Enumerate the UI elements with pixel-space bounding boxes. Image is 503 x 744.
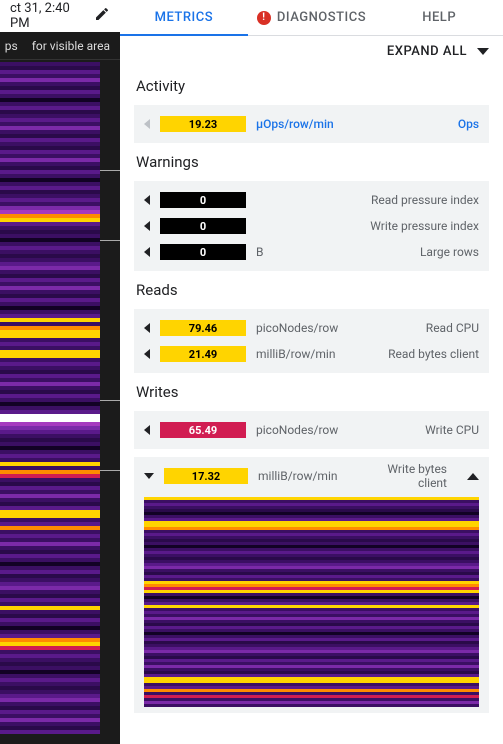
warning-icon: ! xyxy=(257,11,271,25)
expand-all-button[interactable]: EXPAND ALL xyxy=(120,36,503,67)
collapse-arrow-icon[interactable] xyxy=(144,473,154,479)
tab-label: HELP xyxy=(422,10,456,25)
metric-bar: 0 xyxy=(160,244,246,260)
tab-label: DIAGNOSTICS xyxy=(277,10,366,25)
axis-tick xyxy=(100,470,120,471)
section-title-warnings: Warnings xyxy=(136,153,489,171)
axis-tick xyxy=(100,400,120,401)
metric-row-write-cpu: 65.49 picoNodes/row Write CPU xyxy=(144,417,479,443)
expand-arrow-icon[interactable] xyxy=(144,195,150,205)
metric-bar: 0 xyxy=(160,192,246,208)
left-sub-ps[interactable]: ps xyxy=(5,39,18,53)
metric-row-write-bytes: 17.32 milliB/row/min Write bytes client xyxy=(144,463,479,489)
left-sub-visible[interactable]: for visible area xyxy=(32,39,110,53)
edit-icon[interactable] xyxy=(94,6,110,26)
axis-tick xyxy=(100,240,120,241)
left-header: ct 31, 2:40 PM xyxy=(0,0,120,32)
metric-row-large-rows: 0 B Large rows xyxy=(144,239,479,265)
metric-row-write-pressure: 0 Write pressure index xyxy=(144,213,479,239)
right-panel: METRICS ! DIAGNOSTICS HELP EXPAND ALL Ac… xyxy=(120,0,503,744)
metric-bar: 0 xyxy=(160,218,246,234)
chevron-up-icon[interactable] xyxy=(467,473,479,480)
metrics-content: Activity 19.23 µOps/row/min Ops Warnings… xyxy=(120,67,503,727)
write-bytes-heatmap[interactable] xyxy=(144,497,479,707)
metric-bar: 21.49 xyxy=(160,346,246,362)
metric-unit: B xyxy=(256,245,263,259)
metric-label: Write bytes client xyxy=(357,462,447,490)
tab-bar: METRICS ! DIAGNOSTICS HELP xyxy=(120,0,503,36)
section-title-reads: Reads xyxy=(136,281,489,299)
metric-unit: milliB/row/min xyxy=(258,469,337,483)
expand-arrow-icon[interactable] xyxy=(144,349,150,359)
expand-arrow-icon[interactable] xyxy=(144,221,150,231)
metric-unit[interactable]: µOps/row/min xyxy=(256,117,334,131)
main-heatmap[interactable] xyxy=(0,62,100,744)
tab-label: METRICS xyxy=(155,10,213,25)
writes-group-expanded: 17.32 milliB/row/min Write bytes client xyxy=(134,457,489,713)
left-subheader: ps for visible area xyxy=(0,32,120,60)
metric-label: Read pressure index xyxy=(371,193,479,207)
metric-bar: 65.49 xyxy=(160,422,246,438)
axis-tick xyxy=(100,170,120,171)
metric-unit: picoNodes/row xyxy=(256,423,338,437)
metric-label: Large rows xyxy=(420,245,479,259)
metric-row-read-pressure: 0 Read pressure index xyxy=(144,187,479,213)
metric-label[interactable]: Ops xyxy=(458,117,479,131)
metric-bar: 17.32 xyxy=(164,468,248,484)
expand-arrow-icon[interactable] xyxy=(144,247,150,257)
chevron-down-icon xyxy=(477,48,489,55)
section-title-activity: Activity xyxy=(136,77,489,95)
metric-label: Read bytes client xyxy=(388,347,479,361)
metric-label: Write CPU xyxy=(425,423,479,437)
metric-bar: 79.46 xyxy=(160,320,246,336)
tab-help[interactable]: HELP xyxy=(375,0,503,35)
writes-group: 65.49 picoNodes/row Write CPU xyxy=(134,411,489,449)
expand-arrow-icon[interactable] xyxy=(144,119,150,129)
metric-unit: picoNodes/row xyxy=(256,321,338,335)
warnings-group: 0 Read pressure index 0 Write pressure i… xyxy=(134,181,489,271)
expand-arrow-icon[interactable] xyxy=(144,425,150,435)
activity-group: 19.23 µOps/row/min Ops xyxy=(134,105,489,143)
metric-row-read-bytes: 21.49 milliB/row/min Read bytes client xyxy=(144,341,479,367)
metric-row-read-cpu: 79.46 picoNodes/row Read CPU xyxy=(144,315,479,341)
reads-group: 79.46 picoNodes/row Read CPU 21.49 milli… xyxy=(134,309,489,373)
metric-unit: milliB/row/min xyxy=(256,347,335,361)
section-title-writes: Writes xyxy=(136,383,489,401)
metric-label: Read CPU xyxy=(426,321,479,335)
tab-diagnostics[interactable]: ! DIAGNOSTICS xyxy=(248,0,376,35)
left-panel: ct 31, 2:40 PM ps for visible area xyxy=(0,0,120,744)
expand-arrow-icon[interactable] xyxy=(144,323,150,333)
expand-all-label: EXPAND ALL xyxy=(387,44,467,59)
metric-bar: 19.23 xyxy=(160,116,246,132)
metric-label: Write pressure index xyxy=(370,219,479,233)
timestamp-label: ct 31, 2:40 PM xyxy=(10,1,82,31)
metric-row-ops: 19.23 µOps/row/min Ops xyxy=(144,111,479,137)
tab-metrics[interactable]: METRICS xyxy=(120,0,248,35)
